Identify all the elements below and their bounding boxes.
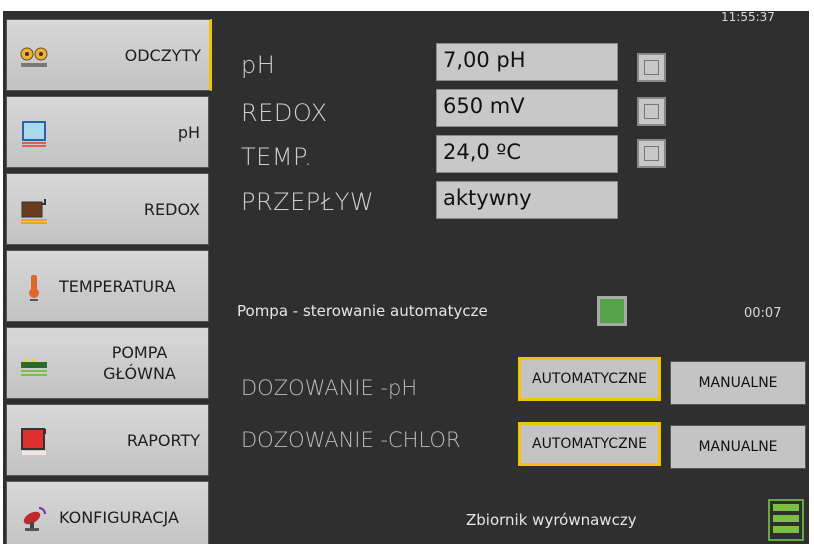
dosing-ph-manual-button[interactable]: MANUALNE [670,361,806,405]
dosing-ph-auto-button[interactable]: AUTOMATYCZNE [518,357,661,401]
control-panel-screen: ODCZYTY pH REDOX TEMPERATURA POMPA GŁÓWN… [3,11,809,544]
tank-icon [19,196,49,226]
nav-label-line: POMPA [111,343,168,362]
dosing-label-chlor: DOZOWANIE -CHLOR [241,428,461,452]
nav-item-raporty[interactable]: RAPORTY [6,404,209,476]
reading-value-redox: 650 mV [436,89,618,127]
nav-item-temperatura[interactable]: TEMPERATURA [6,250,209,322]
nav-label: ODCZYTY [125,20,201,90]
beaker-icon [19,119,49,149]
nav-label: pH [178,97,200,167]
pump-icon [19,350,49,380]
report-icon [19,427,49,457]
reading-checkbox-redox[interactable] [637,97,666,126]
nav-label: TEMPERATURA [59,251,176,321]
nav-item-odczyty[interactable]: ODCZYTY [6,19,212,91]
tank-level-icon[interactable] [768,499,804,541]
nav-label-line: KONFIGURACJA [59,507,179,527]
reading-label-redox: REDOX [241,99,328,127]
reading-checkbox-ph[interactable] [637,53,666,82]
satellite-icon [19,504,49,534]
nav-item-konfiguracja[interactable]: KONFIGURACJA [6,481,209,544]
reading-label-ph: pH [241,51,276,79]
clock: 11:55:37 [721,11,775,24]
nav-label-line: REDOX [143,199,200,219]
pump-status-indicator [597,296,627,326]
nav-label: REDOX [144,174,200,244]
tank-label: Zbiornik wyrównawczy [466,511,637,529]
nav-item-ph[interactable]: pH [6,96,209,168]
nav-item-redox[interactable]: REDOX [6,173,209,245]
nav-label: RAPORTY [127,405,200,475]
nav-item-pompa-glowna[interactable]: POMPA GŁÓWNA [6,327,209,399]
sidebar-nav: ODCZYTY pH REDOX TEMPERATURA POMPA GŁÓWN… [6,11,216,544]
dosing-chlor-manual-button[interactable]: MANUALNE [670,425,806,469]
reading-value-temp: 24,0 ºC [436,135,618,173]
nav-label: POMPA GŁÓWNA [77,328,202,398]
pump-status-label: Pompa - sterowanie automatycze [237,302,488,320]
nav-label-line: ODCZYTY [124,45,201,65]
nav-label-line: pH [177,122,200,142]
reading-checkbox-temp[interactable] [637,139,666,168]
reading-label-przeplyw: PRZEPŁYW [241,188,375,216]
thermometer-icon [19,273,49,303]
dosing-chlor-auto-button[interactable]: AUTOMATYCZNE [518,422,661,466]
eye-icon [19,42,49,72]
nav-label-line: GŁÓWNA [103,364,176,383]
reading-value-ph: 7,00 pH [436,43,618,81]
reading-label-temp: TEMP. [241,143,313,171]
nav-label-line: RAPORTY [126,430,200,450]
pump-timer: 00:07 [744,306,782,321]
dosing-label-ph: DOZOWANIE -pH [241,376,418,400]
nav-label: KONFIGURACJA [59,482,179,544]
nav-label-line: TEMPERATURA [59,276,176,296]
reading-value-przeplyw: aktywny [436,181,618,219]
